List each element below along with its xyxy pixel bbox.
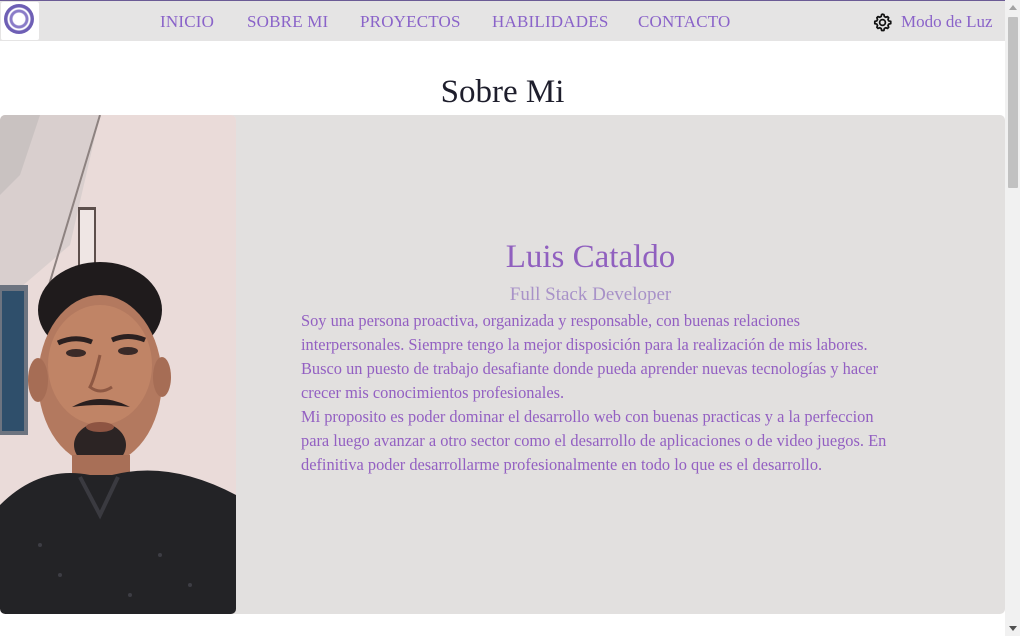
gear-icon bbox=[873, 12, 892, 31]
light-mode-toggle[interactable]: Modo de Luz bbox=[872, 11, 993, 33]
about-card: Luis Cataldo Full Stack Developer Soy un… bbox=[0, 115, 1005, 614]
vertical-scrollbar[interactable] bbox=[1005, 0, 1020, 636]
bio-paragraph-1: Soy una persona proactiva, organizada y … bbox=[301, 311, 879, 402]
nav-link-proyectos[interactable]: PROYECTOS bbox=[360, 12, 461, 32]
nav-link-habilidades[interactable]: HABILIDADES bbox=[492, 12, 608, 32]
site-logo[interactable] bbox=[1, 2, 39, 40]
profile-role: Full Stack Developer bbox=[509, 284, 672, 305]
scroll-up-arrow-icon[interactable] bbox=[1009, 5, 1017, 10]
profile-bio: Soy una persona proactiva, organizada y … bbox=[301, 309, 891, 477]
about-info: Luis Cataldo Full Stack Developer Soy un… bbox=[236, 115, 1005, 614]
nav-link-sobre-mi[interactable]: SOBRE MI bbox=[247, 12, 328, 32]
section-title: Sobre Mi bbox=[440, 74, 565, 110]
profile-photo bbox=[0, 115, 236, 614]
navbar: INICIO SOBRE MI PROYECTOS HABILIDADES CO… bbox=[0, 1, 1005, 41]
scroll-down-arrow-icon[interactable] bbox=[1009, 626, 1017, 631]
scrollbar-thumb[interactable] bbox=[1008, 17, 1018, 188]
profile-name: Luis Cataldo bbox=[505, 239, 676, 275]
nav-link-contacto[interactable]: CONTACTO bbox=[638, 12, 731, 32]
light-mode-label: Modo de Luz bbox=[901, 12, 993, 31]
profile-photo-image bbox=[0, 115, 236, 614]
logo-emblem-icon bbox=[4, 4, 34, 34]
nav-link-inicio[interactable]: INICIO bbox=[160, 12, 214, 32]
bio-paragraph-2: Mi proposito es poder dominar el desarro… bbox=[301, 407, 887, 474]
